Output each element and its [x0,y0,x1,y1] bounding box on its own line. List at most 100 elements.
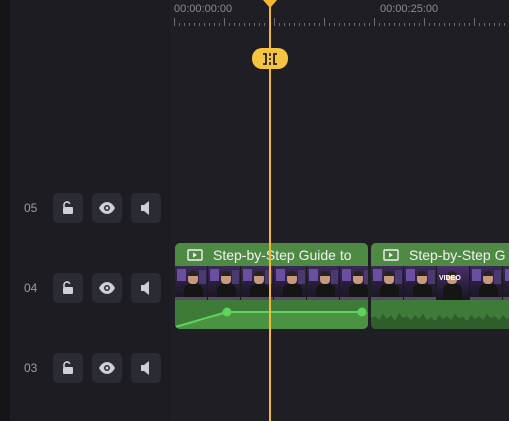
ruler-tick [459,23,460,26]
ruler-tick [374,18,375,26]
video-frame-thumbnail [503,266,509,300]
ruler-tick [254,23,255,26]
unlock-icon [63,201,73,214]
volume-envelope[interactable] [175,300,368,329]
video-frame-thumbnail [208,266,241,300]
ruler-tick [499,23,500,26]
ruler-tick [424,18,425,26]
lock-button[interactable] [53,353,83,383]
clip-header: Step-by-Step G [371,243,509,266]
unlock-icon [63,361,73,374]
ruler-tick [329,23,330,26]
visibility-button[interactable] [92,353,122,383]
lock-button[interactable] [53,273,83,303]
playhead-handle[interactable] [263,0,277,8]
mute-button[interactable] [131,273,161,303]
ruler-tick [409,23,410,26]
film-icon [383,248,399,261]
video-clip[interactable]: Step-by-Step Guide to [175,243,368,329]
ruler-tick [299,23,300,26]
ruler-tick [279,23,280,26]
left-edge-strip [0,0,10,421]
ruler-tick [304,23,305,26]
ruler-tick [334,23,335,26]
ruler-tick [204,23,205,26]
ruler-tick [344,23,345,26]
ruler-tick [199,23,200,26]
thumbnail-badge: VIDEO [439,275,461,282]
ruler-tick [449,23,450,26]
clip-title: Step-by-Step G [409,246,506,263]
ruler-tick [359,23,360,26]
track-label-04: 04 [24,281,38,295]
ruler-tick [464,23,465,26]
ruler-tick [214,23,215,26]
ruler-tick [224,18,225,26]
ruler-tick [414,23,415,26]
ruler-tick [364,23,365,26]
visibility-button[interactable] [92,273,122,303]
ruler-tick [239,23,240,26]
ruler-tick [479,23,480,26]
video-frame-thumbnail [274,266,307,300]
track-label-03: 03 [24,361,38,375]
split-button[interactable] [252,48,288,69]
video-frame-thumbnail [470,266,503,300]
audio-waveform-area[interactable] [175,300,368,329]
ruler-time-label: 00:00:25:00 [380,3,439,15]
ruler-tick [399,23,400,26]
ruler-tick [474,18,475,26]
video-frame-thumbnail [340,266,368,300]
ruler-tick [184,23,185,26]
keyframe-handle[interactable] [222,307,232,317]
video-frame-thumbnail [175,266,208,300]
visibility-button[interactable] [92,193,122,223]
track-label-05: 05 [24,201,38,215]
ruler-tick [229,23,230,26]
ruler-tick [194,23,195,26]
ruler-tick [484,23,485,26]
ruler-tick [444,23,445,26]
ruler-tick [314,23,315,26]
ruler-tick [234,23,235,26]
ruler-tick [324,18,325,26]
ruler-tick [489,23,490,26]
film-icon [187,248,203,261]
speaker-icon [141,281,149,295]
ruler-tick [209,23,210,26]
ruler-tick [349,23,350,26]
time-ruler[interactable]: 00:00:00:00 00:00:25:00 [170,0,509,28]
clip-thumbnails: VIDEO [371,266,509,300]
ruler-tick [189,23,190,26]
ruler-tick [259,23,260,26]
ruler-tick [419,23,420,26]
ruler-tick [274,18,275,26]
ruler-tick [354,23,355,26]
ruler-time-label: 00:00:00:00 [174,3,233,15]
ruler-tick [339,23,340,26]
ruler-tick [504,23,505,26]
ruler-tick [439,23,440,26]
ruler-tick [454,23,455,26]
ruler-tick [429,23,430,26]
ruler-tick [309,23,310,26]
ruler-tick [319,23,320,26]
clip-thumbnails [175,266,368,300]
ruler-tick [249,23,250,26]
keyframe-handle[interactable] [357,307,367,317]
mute-button[interactable] [131,193,161,223]
eye-icon [99,282,115,294]
ruler-tick [394,23,395,26]
lock-button[interactable] [53,193,83,223]
mute-button[interactable] [131,353,161,383]
ruler-tick [294,23,295,26]
audio-waveform [371,313,509,329]
video-frame-thumbnail [371,266,404,300]
ruler-tick [284,23,285,26]
ruler-tick [369,23,370,26]
ruler-tick [389,23,390,26]
ruler-tick [379,23,380,26]
video-clip[interactable]: Step-by-Step G VIDEO [371,243,509,329]
audio-waveform-area[interactable] [371,300,509,329]
ruler-tick [244,23,245,26]
